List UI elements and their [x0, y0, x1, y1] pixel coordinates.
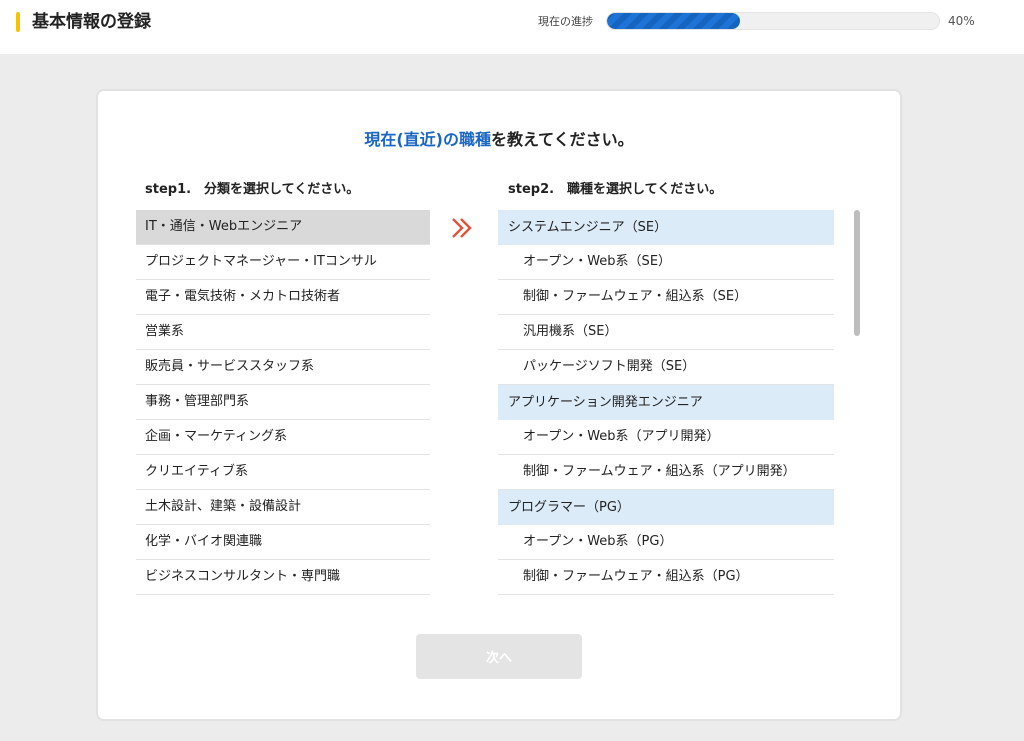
question-highlight: 現在(直近)の職種	[364, 130, 491, 149]
category-list: IT・通信・Webエンジニア プロジェクトマネージャー・ITコンサル 電子・電気技術…	[136, 210, 430, 595]
double-chevron-right-icon	[452, 218, 472, 238]
page-title: 基本情報の登録	[32, 12, 151, 32]
category-item[interactable]: IT・通信・Webエンジニア	[136, 210, 430, 245]
progress-label: 現在の進捗	[538, 15, 593, 28]
question-heading: 現在(直近)の職種を教えてください。	[98, 129, 900, 151]
job-group-header: システムエンジニア（SE）	[498, 210, 834, 245]
job-item[interactable]: パッケージソフト開発（SE）	[498, 350, 834, 385]
job-item[interactable]: 汎用機系（SE）	[498, 315, 834, 350]
job-list-scrollbar[interactable]	[854, 210, 862, 594]
job-item[interactable]: オープン・Web系（SE）	[498, 245, 834, 280]
category-item[interactable]: 企画・マーケティング系	[136, 420, 430, 455]
step1-heading: step1. 分類を選択してください。	[145, 182, 360, 197]
category-item[interactable]: ビジネスコンサルタント・専門職	[136, 560, 430, 595]
progress-value: 40%	[948, 14, 975, 28]
category-item[interactable]: 営業系	[136, 315, 430, 350]
job-item[interactable]: オープン・Web系（アプリ開発）	[498, 420, 834, 455]
category-item[interactable]: クリエイティブ系	[136, 455, 430, 490]
category-item[interactable]: 電子・電気技術・メカトロ技術者	[136, 280, 430, 315]
step2-heading: step2. 職種を選択してください。	[508, 182, 723, 197]
job-selection-card: 現在(直近)の職種を教えてください。 step1. 分類を選択してください。 s…	[96, 89, 902, 721]
progress-bar	[606, 12, 940, 30]
job-group-header: プログラマー（PG）	[498, 490, 834, 525]
category-item[interactable]: 事務・管理部門系	[136, 385, 430, 420]
job-item[interactable]: 制御・ファームウェア・組込系（SE）	[498, 280, 834, 315]
job-group-header: アプリケーション開発エンジニア	[498, 385, 834, 420]
job-item[interactable]: 制御・ファームウェア・組込系（アプリ開発）	[498, 455, 834, 490]
category-item[interactable]: プロジェクトマネージャー・ITコンサル	[136, 245, 430, 280]
job-item[interactable]: 制御・ファームウェア・組込系（PG）	[498, 560, 834, 595]
category-item[interactable]: 化学・バイオ関連職	[136, 525, 430, 560]
category-item[interactable]: 土木設計、建築・設備設計	[136, 490, 430, 525]
scrollbar-thumb[interactable]	[854, 210, 860, 336]
header-bar: 基本情報の登録 現在の進捗 40%	[0, 0, 1024, 54]
title-accent-bar	[16, 12, 20, 32]
next-button[interactable]: 次へ	[416, 634, 582, 679]
category-item[interactable]: 販売員・サービススタッフ系	[136, 350, 430, 385]
question-rest: を教えてください。	[490, 130, 634, 149]
progress-bar-fill	[607, 13, 740, 29]
job-type-list: システムエンジニア（SE） オープン・Web系（SE） 制御・ファームウェア・組込系…	[498, 210, 834, 595]
job-item[interactable]: オープン・Web系（PG）	[498, 525, 834, 560]
